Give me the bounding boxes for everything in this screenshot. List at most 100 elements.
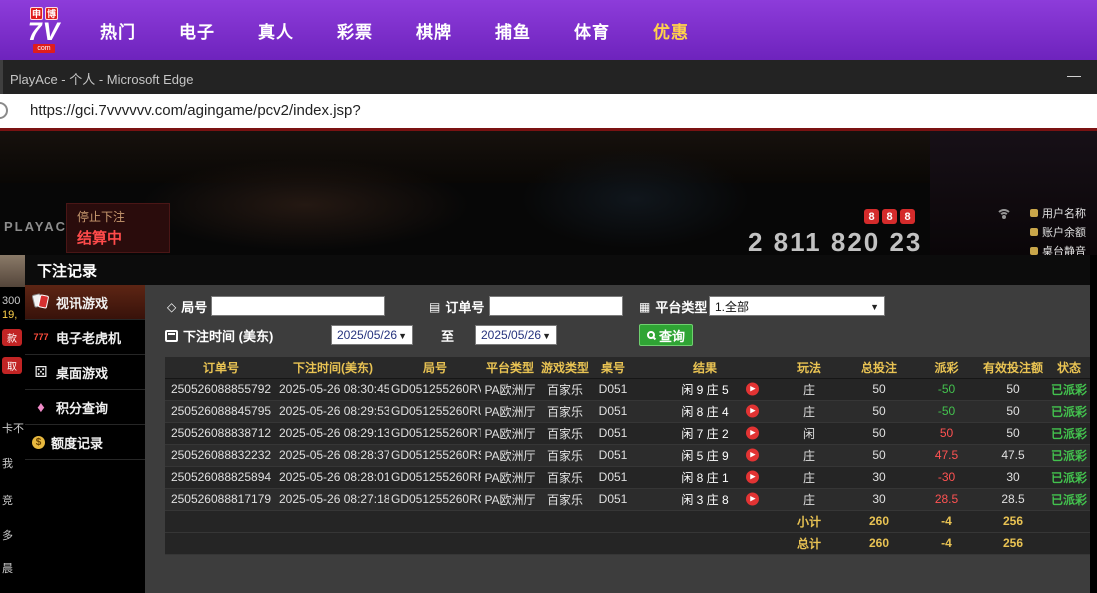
cell-bet: 50 (843, 400, 915, 422)
stop-betting-text: 停止下注 (77, 208, 159, 225)
cell-payout: 47.5 (915, 444, 978, 466)
cell-play: 庄 (775, 400, 843, 422)
sidebar-item-table-games[interactable]: 桌面游戏 (25, 355, 145, 390)
cell-round: GD051255260RT (389, 422, 481, 444)
cell-time: 2025-05-26 08:29:53 (277, 400, 389, 422)
platform-selected-value: 1.全部 (715, 298, 749, 315)
user-icon (1030, 209, 1038, 217)
nav-slots[interactable]: 电子 (179, 18, 215, 43)
fragment-text: 19, (2, 309, 17, 321)
nav-live[interactable]: 真人 (258, 18, 294, 43)
window-title: PlayAce - 个人 - Microsoft Edge (10, 69, 194, 88)
wifi-icon (996, 209, 1014, 227)
payout-value: -30 (938, 470, 955, 484)
replay-icon[interactable] (746, 493, 759, 506)
diamond-icon (32, 399, 50, 415)
sidebar-item-slots[interactable]: 电子老虎机 (25, 320, 145, 355)
url-text[interactable]: https://gci.7vvvvvv.com/agingame/pcv2/in… (30, 102, 361, 119)
document-icon (429, 300, 440, 314)
reload-icon[interactable] (0, 102, 8, 119)
table-row: 250526088838712 2025-05-26 08:29:13 GD05… (165, 422, 1090, 444)
deposit-button-fragment[interactable]: 款 (2, 329, 22, 346)
logo-domain: com (33, 44, 54, 53)
table-header-row: 订单号 下注时间(美东) 局号 平台类型 游戏类型 桌号 结果 玩法 总投注 派… (165, 357, 1090, 378)
round-input[interactable] (211, 296, 385, 316)
cell-time: 2025-05-26 08:30:45 (277, 378, 389, 400)
nav-promo[interactable]: 优惠 (653, 18, 689, 43)
nav-cards[interactable]: 棋牌 (416, 18, 452, 43)
dice-icon (32, 364, 50, 380)
nav-sports[interactable]: 体育 (574, 18, 610, 43)
date-to-select[interactable]: 2025/05/26 (475, 325, 557, 345)
total-valid: 256 (978, 532, 1048, 554)
grid-icon (639, 300, 650, 314)
replay-icon[interactable] (746, 427, 759, 440)
cell-result: 闲 9 庄 5 (635, 378, 775, 400)
cell-result: 闲 7 庄 2 (635, 422, 775, 444)
col-bet: 总投注 (843, 357, 915, 378)
sidebar-item-label: 积分查询 (56, 398, 108, 417)
platform-filter-label: 平台类型 (639, 297, 707, 316)
col-round: 局号 (389, 357, 481, 378)
payout-value: -50 (938, 404, 955, 418)
replay-icon[interactable] (746, 449, 759, 462)
fragment-text: 晨 (2, 560, 13, 576)
col-table: 桌号 (591, 357, 635, 378)
empty-cell (165, 510, 775, 532)
status-badge: 已派彩 (1048, 400, 1090, 422)
col-order: 订单号 (165, 357, 277, 378)
nav-hot[interactable]: 热门 (100, 18, 136, 43)
table-row: 250526088832232 2025-05-26 08:28:37 GD05… (165, 444, 1090, 466)
total-row: 总计 260 -4 256 (165, 532, 1090, 554)
cell-platform: PA欧洲厅 (481, 400, 539, 422)
col-status: 状态 (1048, 357, 1090, 378)
empty-cell (165, 532, 775, 554)
balance-label: 账户余额 (1042, 224, 1086, 240)
result-text: 闲 8 庄 1 (681, 471, 728, 485)
sidebar-item-video-games[interactable]: 视讯游戏 (25, 285, 145, 320)
subtotal-payout: -4 (915, 510, 978, 532)
empty-cell (1048, 510, 1090, 532)
cell-result: 闲 5 庄 9 (635, 444, 775, 466)
replay-icon[interactable] (746, 383, 759, 396)
chevron-down-icon (870, 299, 879, 313)
replay-icon[interactable] (746, 405, 759, 418)
result-text: 闲 7 庄 2 (681, 427, 728, 441)
site-logo[interactable]: 申 博 7V com (14, 7, 74, 53)
logo-brand: 7V (28, 21, 61, 44)
address-bar[interactable]: https://gci.7vvvvvv.com/agingame/pcv2/in… (0, 94, 1097, 128)
panel-main: 局号 订单号 平台类型 1.全部 下注时间 (美东) 2025/ (145, 285, 1090, 593)
cell-order: 250526088855792 (165, 378, 277, 400)
sidebar-item-credit-records[interactable]: 额度记录 (25, 425, 145, 460)
nav-lottery[interactable]: 彩票 (337, 18, 373, 43)
replay-icon[interactable] (746, 471, 759, 484)
cell-valid: 50 (978, 422, 1048, 444)
casino-banner: PLAYACE 停止下注 结算中 2 811 820 23 8 8 8 用户名称… (0, 131, 1097, 255)
result-text: 闲 5 庄 9 (681, 449, 728, 463)
cell-valid: 28.5 (978, 488, 1048, 510)
platform-select[interactable]: 1.全部 (709, 296, 885, 316)
payout-value: 28.5 (935, 492, 958, 506)
cell-payout: -50 (915, 400, 978, 422)
cell-table: D051 (591, 488, 635, 510)
cards-icon (32, 294, 50, 310)
cell-bet: 50 (843, 444, 915, 466)
cell-table: D051 (591, 422, 635, 444)
chevron-down-icon (542, 328, 551, 342)
minimize-button[interactable]: — (1067, 67, 1081, 83)
nav-fishing[interactable]: 捕鱼 (495, 18, 531, 43)
cell-table: D051 (591, 444, 635, 466)
sidebar-item-points[interactable]: 积分查询 (25, 390, 145, 425)
col-play: 玩法 (775, 357, 843, 378)
cell-game: 百家乐 (539, 466, 591, 488)
order-input[interactable] (489, 296, 623, 316)
cell-platform: PA欧洲厅 (481, 444, 539, 466)
chevron-down-icon (398, 328, 407, 342)
col-result: 结果 (635, 357, 775, 378)
search-button[interactable]: 查询 (639, 324, 693, 346)
cell-table: D051 (591, 400, 635, 422)
cell-platform: PA欧洲厅 (481, 378, 539, 400)
withdraw-button-fragment[interactable]: 取 (2, 357, 22, 374)
date-from-select[interactable]: 2025/05/26 (331, 325, 413, 345)
total-label: 总计 (775, 532, 843, 554)
